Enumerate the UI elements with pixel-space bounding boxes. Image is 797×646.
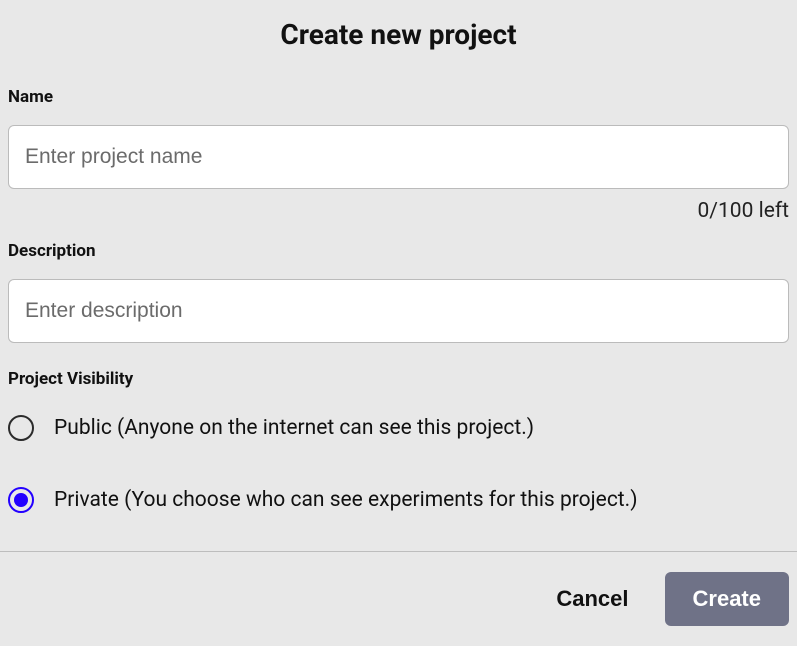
dialog-body: Name 0/100 left Description Project Visi… — [0, 69, 797, 515]
visibility-private-label: Private (You choose who can see experime… — [54, 488, 638, 512]
name-input[interactable] — [8, 125, 789, 189]
name-section: Name 0/100 left — [8, 87, 789, 223]
create-button[interactable]: Create — [665, 572, 789, 626]
name-label: Name — [8, 87, 789, 107]
description-label: Description — [8, 241, 789, 261]
visibility-radio-group: Public (Anyone on the internet can see t… — [8, 413, 789, 515]
radio-unchecked-icon — [8, 415, 34, 441]
description-input[interactable] — [8, 279, 789, 343]
name-char-counter: 0/100 left — [8, 199, 789, 223]
visibility-public-label: Public (Anyone on the internet can see t… — [54, 416, 534, 440]
visibility-private-radio[interactable]: Private (You choose who can see experime… — [8, 485, 789, 515]
dialog-footer: Cancel Create — [0, 551, 797, 646]
radio-checked-icon — [8, 487, 34, 513]
create-project-dialog: Create new project Name 0/100 left Descr… — [0, 0, 797, 626]
visibility-public-radio[interactable]: Public (Anyone on the internet can see t… — [8, 413, 789, 443]
dialog-title: Create new project — [0, 0, 797, 69]
description-section: Description — [8, 241, 789, 343]
cancel-button[interactable]: Cancel — [550, 576, 634, 622]
visibility-section: Project Visibility Public (Anyone on the… — [8, 369, 789, 515]
visibility-label: Project Visibility — [8, 369, 789, 389]
